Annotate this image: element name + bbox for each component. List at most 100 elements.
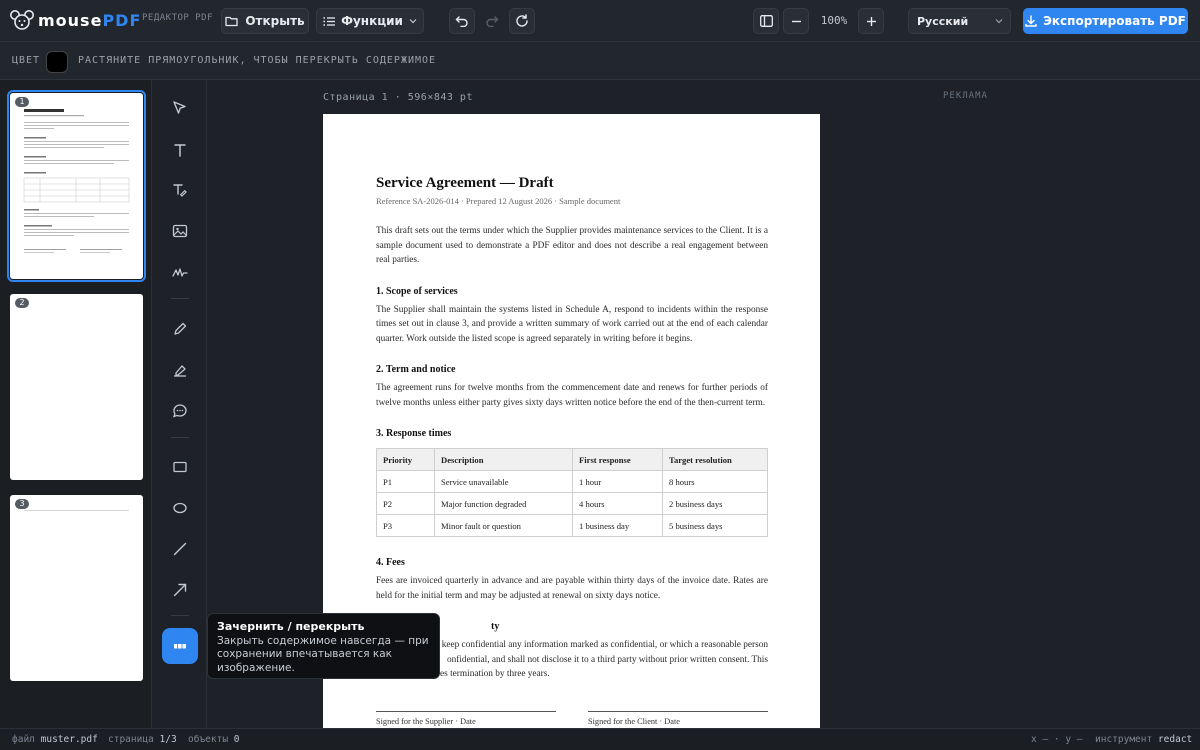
tooltip-title: Зачернить / перекрыть	[217, 620, 365, 633]
comment-tool[interactable]	[163, 394, 197, 428]
zoom-level: 100%	[820, 14, 848, 27]
table-header-cell: First response	[572, 448, 663, 471]
status-file-value: muster.pdf	[40, 734, 98, 745]
status-objects-label: объекты	[188, 734, 229, 745]
page-thumbnails-panel: 1 2 3	[0, 80, 152, 728]
table-row: P2 Major function degraded 4 hours 2 bus…	[376, 492, 768, 515]
table-cell: 8 hours	[662, 470, 768, 493]
thumbnail-number: 2	[15, 298, 29, 308]
status-page-label: страница	[108, 734, 154, 745]
arrow-tool[interactable]	[163, 573, 197, 607]
tool-options-bar: ЦВЕТ РАСТЯНИТЕ ПРЯМОУГОЛЬНИК, ЧТОБЫ ПЕРЕ…	[0, 42, 1200, 80]
table-cell: Service unavailable	[434, 470, 573, 493]
undo-button[interactable]	[449, 8, 475, 34]
section-heading: 2. Term and notice	[376, 364, 456, 375]
select-tool[interactable]	[163, 91, 197, 125]
page-thumbnail-1[interactable]: 1	[7, 90, 146, 282]
undo-icon	[455, 16, 468, 27]
zoom-out-button[interactable]	[783, 8, 809, 34]
status-bar: файл muster.pdf страница 1/3 объекты 0 x…	[0, 728, 1200, 750]
status-objects: объекты 0	[188, 734, 240, 745]
redo-icon	[486, 16, 499, 27]
paragraph-line: onfidential, and shall not disclose it t…	[446, 654, 768, 665]
redo-button[interactable]	[479, 8, 505, 34]
export-label: Экспортировать PDF	[1043, 14, 1186, 28]
color-label: ЦВЕТ	[12, 55, 41, 66]
table-row: P1 Service unavailable 1 hour 8 hours	[376, 470, 768, 493]
signature-tool[interactable]	[163, 255, 197, 289]
pencil-tool[interactable]	[163, 312, 197, 346]
select-icon	[173, 101, 186, 114]
arrow-icon	[173, 583, 187, 597]
zoom-in-button[interactable]	[858, 8, 884, 34]
reload-button[interactable]	[509, 8, 535, 34]
status-file-label: файл	[12, 734, 35, 745]
tool-separator	[171, 437, 189, 438]
table-header-cell: Priority	[376, 448, 435, 471]
status-tool-label: инструмент	[1095, 734, 1153, 745]
sidebar-icon	[759, 15, 773, 27]
open-button-label: Открыть	[245, 14, 305, 28]
app-name-part1: mouse	[38, 10, 103, 30]
table-header-cell: Description	[434, 448, 573, 471]
app-subtitle: РЕДАКТОР PDF	[142, 13, 214, 23]
download-icon	[1025, 15, 1037, 27]
paragraph-line: es termination by three years.	[440, 669, 550, 679]
color-swatch[interactable]	[46, 51, 68, 73]
edit-text-tool[interactable]	[163, 173, 197, 207]
response-times-table: Priority Description First response Targ…	[376, 448, 768, 537]
functions-label: Функции	[341, 14, 403, 28]
table-cell: 4 hours	[572, 492, 663, 515]
thumbnail-preview	[23, 109, 130, 253]
table-cell: P1	[376, 470, 435, 493]
redact-tooltip: Зачернить / перекрыть Закрыть содержимое…	[207, 613, 440, 679]
table-cell: 1 business day	[572, 514, 663, 537]
status-page: страница 1/3	[108, 734, 177, 745]
language-value: Русский	[917, 14, 969, 28]
supplier-signature-line: Signed for the Supplier · Date	[376, 711, 556, 726]
top-toolbar: mousePDF РЕДАКТОР PDF Открыть Функции 10…	[0, 0, 1200, 42]
signature-icon	[172, 268, 188, 277]
language-select[interactable]: Русский	[908, 8, 1011, 34]
table-cell: 5 business days	[662, 514, 768, 537]
page-thumbnail-3[interactable]: 3	[10, 495, 143, 681]
redact-tool[interactable]	[162, 628, 198, 664]
tooltip-body: Закрыть содержимое навсегда — при сохран…	[217, 634, 429, 674]
image-icon	[172, 224, 188, 238]
refresh-icon	[516, 14, 528, 27]
section-paragraph: The agreement runs for twelve months fro…	[376, 383, 768, 408]
table-cell: Minor fault or question	[434, 514, 573, 537]
list-icon	[323, 16, 336, 26]
table-row: P3 Minor fault or question 1 business da…	[376, 514, 768, 537]
highlighter-tool[interactable]	[163, 353, 197, 387]
ellipse-tool[interactable]	[163, 491, 197, 525]
status-page-value: 1/3	[159, 734, 177, 745]
section-heading: 1. Scope of services	[376, 285, 458, 297]
app-name: mousePDF	[38, 11, 141, 30]
minus-icon	[791, 20, 801, 22]
client-signature-line: Signed for the Client · Date	[588, 711, 768, 726]
rectangle-tool[interactable]	[163, 450, 197, 484]
text-edit-icon	[173, 184, 187, 197]
section-paragraph: The Supplier shall maintain the systems …	[376, 304, 768, 344]
open-button[interactable]: Открыть	[221, 8, 309, 34]
page-caption: Страница 1 · 596×843 pt	[323, 92, 473, 103]
document-title: Service Agreement — Draft	[376, 175, 554, 191]
table-cell: 2 business days	[662, 492, 768, 515]
folder-icon	[225, 16, 238, 27]
export-pdf-button[interactable]: Экспортировать PDF	[1023, 8, 1188, 34]
ads-label: РЕКЛАМА	[943, 91, 988, 101]
text-tool[interactable]	[163, 133, 197, 167]
section-paragraph: Fees are invoiced quarterly in advance a…	[376, 576, 768, 601]
page-thumbnail-2[interactable]: 2	[10, 294, 143, 480]
tool-hint: РАСТЯНИТЕ ПРЯМОУГОЛЬНИК, ЧТОБЫ ПЕРЕКРЫТЬ…	[78, 55, 437, 66]
ellipse-icon	[173, 502, 187, 514]
status-objects-value: 0	[233, 734, 240, 745]
toggle-sidebar-button[interactable]	[753, 8, 779, 34]
highlighter-icon	[174, 365, 186, 377]
line-tool[interactable]	[163, 532, 197, 566]
image-tool[interactable]	[163, 214, 197, 248]
functions-menu-button[interactable]: Функции	[316, 8, 424, 34]
status-file: файл muster.pdf	[12, 734, 98, 745]
app-logo: mousePDF	[10, 9, 141, 31]
